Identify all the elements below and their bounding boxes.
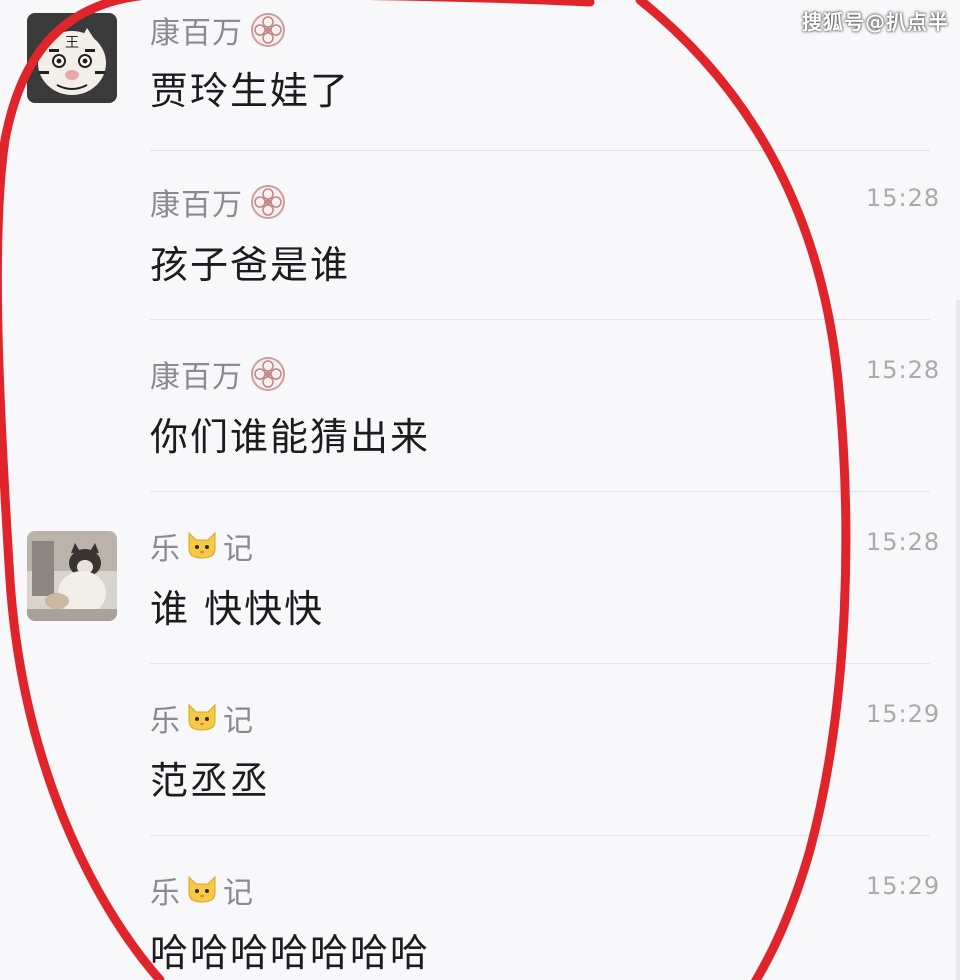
sender-name[interactable]: 康百万 [150,180,243,224]
sender-name-prefix[interactable]: 乐 [150,868,181,912]
flower-badge-icon [249,11,287,49]
sender-row: 康百万 [150,180,287,224]
sender-row: 乐 记 [150,696,254,740]
sender-row: 乐 记 [150,868,254,912]
divider [150,663,930,664]
divider [150,319,930,320]
message-time: 15:29 [866,700,941,728]
sender-name-suffix[interactable]: 记 [223,868,254,912]
sender-name-suffix[interactable]: 记 [223,524,254,568]
message-time: 15:28 [866,184,941,212]
scroll-edge [956,300,960,980]
message-text[interactable]: 孩子爸是谁 [150,234,350,289]
avatar[interactable]: 王 [27,13,117,103]
cat-face-icon [185,699,219,737]
message-text[interactable]: 贾玲生娃了 [150,60,350,115]
flower-badge-icon [249,355,287,393]
message-time: 15:28 [866,356,941,384]
message-text[interactable]: 谁 快快快 [150,578,324,633]
chat-screen: 王 康百万 贾玲生娃了 康百万 15:28 孩子爸是谁 康百万 15:28 你们… [0,0,960,980]
tiger-avatar-icon: 王 [27,13,117,103]
sender-name[interactable]: 康百万 [150,352,243,396]
divider [150,491,930,492]
avatar[interactable] [27,531,117,621]
message-time: 15:28 [866,528,941,556]
sender-name[interactable]: 康百万 [150,8,243,52]
sender-name-prefix[interactable]: 乐 [150,696,181,740]
sender-row: 康百万 [150,8,287,52]
cat-photo-avatar-icon [27,531,117,621]
cat-face-icon [185,871,219,909]
svg-text:王: 王 [65,35,79,51]
sender-name-prefix[interactable]: 乐 [150,524,181,568]
divider [150,150,930,151]
message-time: 15:29 [866,872,941,900]
message-text[interactable]: 范丞丞 [150,750,270,805]
sender-row: 康百万 [150,352,287,396]
flower-badge-icon [249,183,287,221]
message-text[interactable]: 哈哈哈哈哈哈哈 [150,922,430,977]
cat-face-icon [185,527,219,565]
message-text[interactable]: 你们谁能猜出来 [150,406,430,461]
watermark: 搜狐号@扒点半 [802,10,949,34]
divider [150,835,930,836]
sender-row: 乐 记 [150,524,254,568]
sender-name-suffix[interactable]: 记 [223,696,254,740]
red-annotation-circle [0,0,851,980]
